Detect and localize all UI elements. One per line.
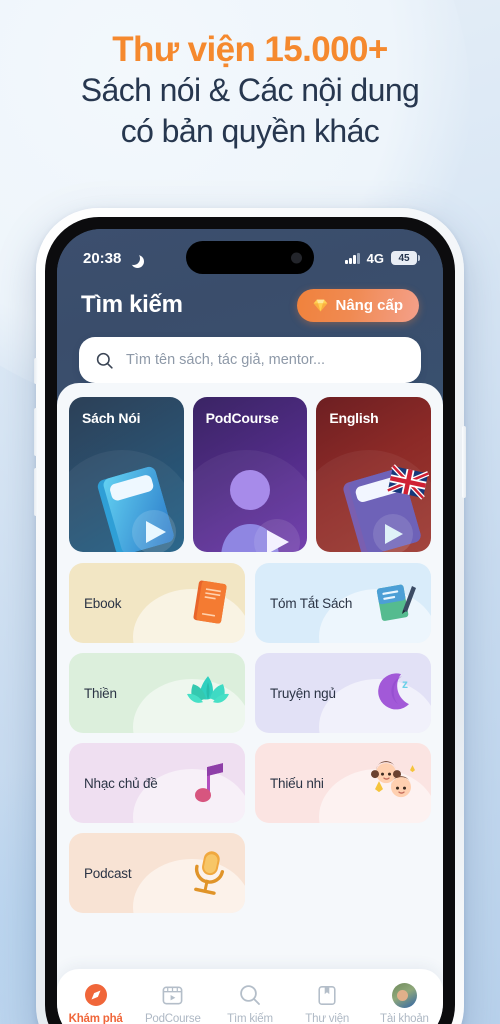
- category-tile-label: Tóm Tắt Sách: [270, 595, 353, 611]
- phone-screen: 20:38 4G 45 Tìm kiếm Nâng cấp Tìm tên sá…: [57, 229, 443, 1024]
- category-tile-label: Ebook: [84, 595, 122, 611]
- category-tile-label: Thiếu nhi: [270, 775, 324, 791]
- promo-line-1: Thư viện 15.000+: [112, 30, 388, 69]
- microphone-icon: [194, 851, 225, 895]
- signal-bars-icon: [345, 252, 360, 264]
- tab-tim-kiem[interactable]: Tìm kiếm: [211, 982, 288, 1024]
- network-label: 4G: [366, 250, 384, 266]
- search-input[interactable]: Tìm tên sách, tác giả, mentor...: [79, 337, 421, 383]
- category-tile-label: Thiền: [84, 685, 117, 701]
- featured-card-label: Sách Nói: [82, 410, 141, 426]
- lotus-icon: [187, 676, 229, 703]
- gem-icon: [314, 299, 328, 311]
- orange-book-icon: [193, 580, 227, 624]
- page-title: Tìm kiếm: [81, 291, 183, 318]
- category-grid: Ebook Tóm Tắt Sách Thiền Truyện ngủ z Nh…: [69, 563, 431, 913]
- tab-label: Thư viện: [305, 1013, 350, 1024]
- category-tile-label: Podcast: [84, 865, 132, 881]
- content-sheet: Sách Nói PodCourse English Ebook Tóm Tắt…: [57, 383, 443, 1024]
- tab-podcourse[interactable]: PodCourse: [134, 982, 211, 1024]
- category-tile-label: Truyện ngủ: [270, 685, 336, 701]
- category-tile-label: Nhạc chủ đề: [84, 775, 158, 791]
- app-header: 20:38 4G 45 Tìm kiếm Nâng cấp Tìm tên sá…: [57, 229, 443, 401]
- bottom-tab-bar: Khám phá PodCourse Tìm kiếm Thư viện Tài…: [57, 969, 443, 1024]
- tab-tai-khoan[interactable]: Tài khoản: [366, 982, 443, 1024]
- volume-down-button[interactable]: [34, 468, 38, 516]
- promo-headline: Thư viện 15.000+ Sách nói & Các nội dung…: [0, 30, 500, 152]
- tab-thu-vien[interactable]: Thư viện: [289, 982, 366, 1024]
- featured-card-sach-noi[interactable]: Sách Nói: [69, 397, 184, 552]
- book-flag-icon: [343, 464, 430, 552]
- promo-line-3: có bản quyền khác: [120, 113, 380, 150]
- status-time: 20:38: [83, 249, 122, 267]
- volume-up-button[interactable]: [34, 408, 38, 456]
- category-tile-tom-tat-sach[interactable]: Tóm Tắt Sách: [255, 563, 431, 643]
- tab-label: Tìm kiếm: [227, 1013, 273, 1024]
- screen-header-row: Tìm kiếm Nâng cấp: [57, 281, 443, 329]
- avatar-icon: [391, 982, 417, 1008]
- svg-text:z: z: [402, 677, 408, 691]
- category-tile-podcast[interactable]: Podcast: [69, 833, 245, 913]
- status-bar: 20:38 4G 45: [57, 241, 443, 275]
- tab-label: Tài khoản: [380, 1013, 429, 1024]
- avatar: [391, 982, 417, 1008]
- category-tile-truyen-ngu[interactable]: Truyện ngủ z: [255, 653, 431, 733]
- phone-mockup: 20:38 4G 45 Tìm kiếm Nâng cấp Tìm tên sá…: [34, 208, 466, 1024]
- upgrade-button[interactable]: Nâng cấp: [297, 288, 419, 322]
- children-icon: [371, 761, 415, 798]
- category-tile-thieu-nhi[interactable]: Thiếu nhi: [255, 743, 431, 823]
- featured-card-english[interactable]: English: [316, 397, 432, 552]
- featured-card-label: PodCourse: [205, 410, 279, 426]
- upgrade-label: Nâng cấp: [335, 296, 403, 314]
- category-tile-ebook[interactable]: Ebook: [69, 563, 245, 643]
- mute-switch[interactable]: [34, 358, 38, 384]
- featured-card-podcourse[interactable]: PodCourse: [192, 397, 308, 552]
- book-play-icon: [97, 466, 176, 552]
- person-play-icon: [221, 470, 301, 552]
- compass-icon: [83, 982, 109, 1008]
- tab-label: Khám phá: [68, 1013, 123, 1024]
- power-button[interactable]: [462, 426, 466, 498]
- search-icon: [96, 352, 113, 369]
- tab-kham-pha[interactable]: Khám phá: [57, 982, 134, 1024]
- search-placeholder: Tìm tên sách, tác giả, mentor...: [126, 352, 326, 368]
- battery-icon: 45: [391, 251, 420, 265]
- music-note-icon: [195, 763, 223, 803]
- featured-card-label: English: [329, 410, 379, 426]
- notebook-pen-icon: [376, 584, 416, 621]
- promo-line-2: Sách nói & Các nội dung: [80, 72, 420, 109]
- category-tile-nhac-chu-de[interactable]: Nhạc chủ đề: [69, 743, 245, 823]
- moon-sleep-icon: z: [378, 673, 409, 710]
- search-icon: [237, 982, 263, 1008]
- featured-cards: Sách Nói PodCourse English: [69, 397, 432, 552]
- tab-label: PodCourse: [144, 1013, 201, 1024]
- video-play-icon: [160, 982, 186, 1008]
- category-tile-thien[interactable]: Thiền: [69, 653, 245, 733]
- moon-icon: [127, 252, 140, 265]
- bookmark-icon: [314, 982, 340, 1008]
